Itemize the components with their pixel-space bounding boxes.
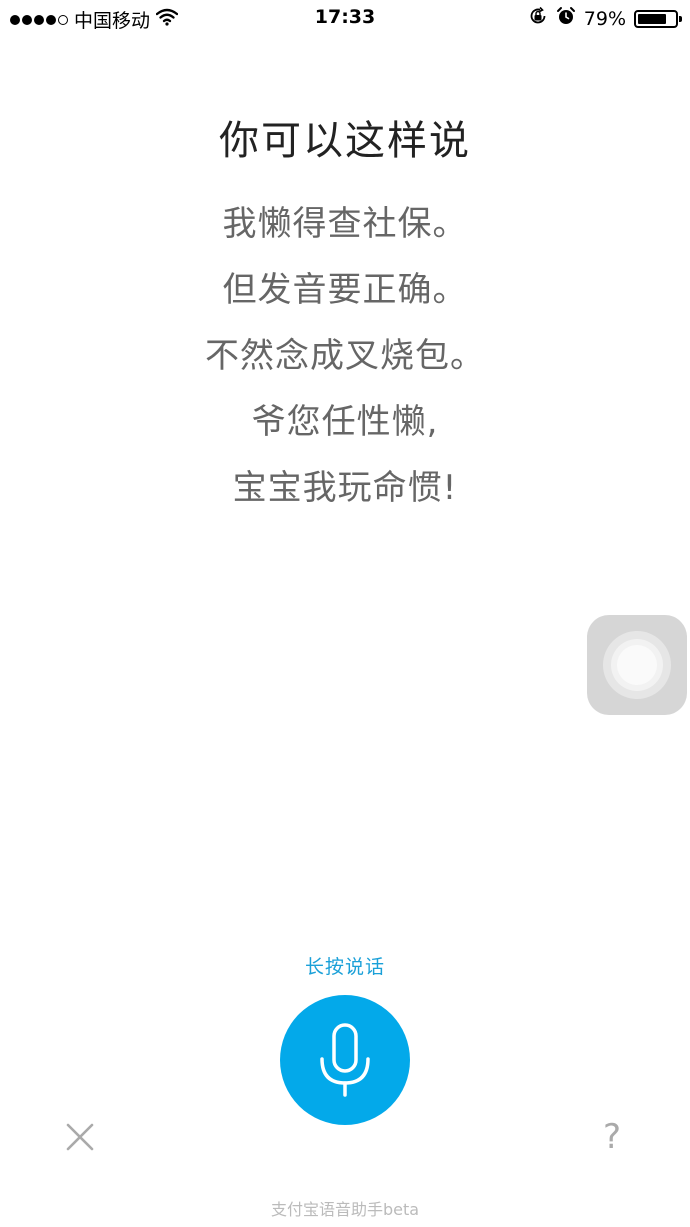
hold-to-talk-hint: 长按说话 bbox=[304, 956, 385, 978]
assistive-touch-center bbox=[617, 645, 657, 685]
close-icon bbox=[66, 1123, 94, 1151]
example-phrases: 我懒得查社保。 但发音要正确。 不然念成叉烧包。 爷您任性懒, 宝宝我玩命惯! bbox=[0, 198, 690, 528]
microphone-icon bbox=[320, 1023, 370, 1097]
hold-to-talk-button[interactable] bbox=[280, 995, 410, 1125]
alarm-icon bbox=[556, 6, 576, 31]
example-phrase: 不然念成叉烧包。 bbox=[205, 336, 485, 376]
battery-tip bbox=[679, 15, 682, 22]
footer-label: 支付宝语音助手beta bbox=[270, 1200, 420, 1219]
example-phrase: 但发音要正确。 bbox=[222, 270, 468, 310]
battery-percent: 79% bbox=[583, 7, 626, 30]
page-title: 你可以这样说 bbox=[219, 118, 471, 164]
example-phrase: 宝宝我玩命惯! bbox=[232, 468, 458, 508]
assistive-touch-button[interactable] bbox=[587, 615, 687, 715]
close-button[interactable] bbox=[60, 1117, 100, 1157]
orientation-lock-icon bbox=[528, 6, 548, 31]
status-right: 79% bbox=[528, 6, 682, 31]
battery-fill bbox=[638, 13, 666, 24]
example-phrase: 爷您任性懒, bbox=[251, 402, 439, 442]
battery-icon bbox=[634, 9, 682, 28]
status-bar: 中国移动 17:33 79% bbox=[0, 0, 690, 36]
help-button[interactable]: ? bbox=[592, 1115, 632, 1159]
example-phrase: 我懒得查社保。 bbox=[222, 204, 468, 244]
